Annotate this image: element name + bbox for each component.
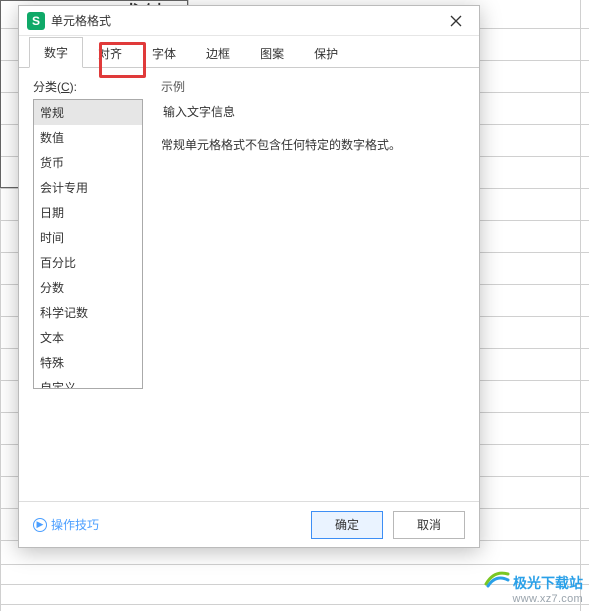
sample-section: 示例 输入文字信息 <box>161 78 465 120</box>
category-item-fraction[interactable]: 分数 <box>34 275 142 300</box>
category-item-accounting[interactable]: 会计专用 <box>34 175 142 200</box>
category-label: 分类(C): <box>33 78 143 95</box>
category-item-general[interactable]: 常规 <box>34 100 142 125</box>
close-button[interactable] <box>441 6 471 36</box>
sample-label: 示例 <box>161 78 465 95</box>
tab-protection[interactable]: 保护 <box>299 38 353 68</box>
format-description: 常规单元格格式不包含任何特定的数字格式。 <box>161 136 465 153</box>
tips-link[interactable]: ▶ 操作技巧 <box>33 516 99 533</box>
dialog-footer: ▶ 操作技巧 确定 取消 <box>19 501 479 547</box>
category-item-text[interactable]: 文本 <box>34 325 142 350</box>
tab-number[interactable]: 数字 <box>29 37 83 68</box>
category-column: 分类(C): 常规 数值 货币 会计专用 日期 时间 百分比 分数 科学记数 文… <box>33 78 143 491</box>
dialog-titlebar: S 单元格格式 <box>19 6 479 36</box>
sample-value: 输入文字信息 <box>161 103 465 120</box>
category-item-date[interactable]: 日期 <box>34 200 142 225</box>
dialog-title: 单元格格式 <box>51 12 441 29</box>
app-icon: S <box>27 12 45 30</box>
category-item-time[interactable]: 时间 <box>34 225 142 250</box>
tips-label: 操作技巧 <box>51 516 99 533</box>
category-list[interactable]: 常规 数值 货币 会计专用 日期 时间 百分比 分数 科学记数 文本 特殊 自定… <box>33 99 143 389</box>
category-item-currency[interactable]: 货币 <box>34 150 142 175</box>
category-item-scientific[interactable]: 科学记数 <box>34 300 142 325</box>
tab-border[interactable]: 边框 <box>191 38 245 68</box>
ok-button[interactable]: 确定 <box>311 511 383 539</box>
watermark-logo-icon <box>484 566 510 591</box>
dialog-body: 分类(C): 常规 数值 货币 会计专用 日期 时间 百分比 分数 科学记数 文… <box>19 68 479 501</box>
category-item-custom[interactable]: 自定义 <box>34 375 142 389</box>
cancel-button[interactable]: 取消 <box>393 511 465 539</box>
category-item-number[interactable]: 数值 <box>34 125 142 150</box>
watermark-title: 极光下载站 <box>513 575 583 591</box>
category-item-percent[interactable]: 百分比 <box>34 250 142 275</box>
close-icon <box>450 15 462 27</box>
category-item-special[interactable]: 特殊 <box>34 350 142 375</box>
watermark: 极光下载站 www.xz7.com <box>484 566 583 605</box>
tab-alignment[interactable]: 对齐 <box>83 38 137 68</box>
tab-bar: 数字 对齐 字体 边框 图案 保护 <box>19 36 479 68</box>
cell-format-dialog: S 单元格格式 数字 对齐 字体 边框 图案 保护 分类(C): 常规 数值 货… <box>18 5 480 548</box>
tab-font[interactable]: 字体 <box>137 38 191 68</box>
tab-pattern[interactable]: 图案 <box>245 38 299 68</box>
detail-column: 示例 输入文字信息 常规单元格格式不包含任何特定的数字格式。 <box>161 78 465 491</box>
play-icon: ▶ <box>33 518 47 532</box>
watermark-url: www.xz7.com <box>512 593 583 605</box>
